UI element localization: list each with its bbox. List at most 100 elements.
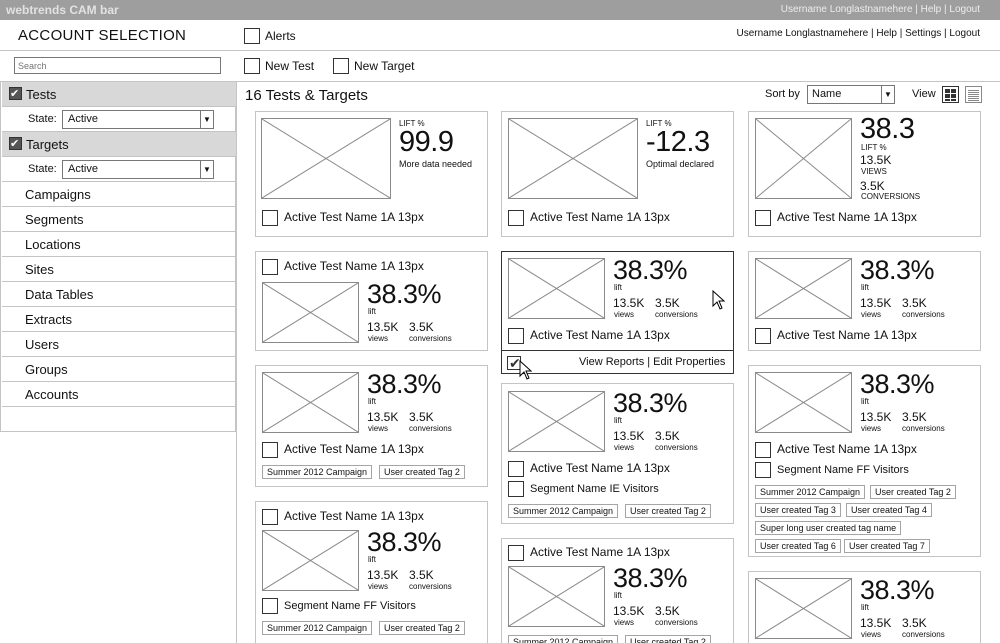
new-target-button[interactable]: New Target: [333, 57, 414, 75]
tests-checkbox[interactable]: [9, 87, 22, 100]
sidebar-item-label: Locations: [25, 237, 81, 252]
cam-bar-links[interactable]: Username Longlastnamehere | Help | Logou…: [781, 4, 980, 15]
test-card[interactable]: 38.3% lift 13.5K views 3.5K conversions …: [501, 383, 734, 524]
sidebar-targets-filter[interactable]: Targets: [2, 132, 236, 157]
test-card[interactable]: 38.3% lift 13.5K views 3.5K conversions …: [255, 365, 488, 487]
test-name-row[interactable]: Active Test Name 1A 13px: [508, 461, 670, 477]
card-actions[interactable]: View Reports | Edit Properties: [579, 356, 725, 368]
sidebar-tests-filter[interactable]: Tests: [2, 82, 236, 107]
test-name-row[interactable]: Active Test Name 1A 13px: [262, 210, 424, 226]
test-name-row[interactable]: Active Test Name 1A 13px: [755, 328, 917, 344]
test-card[interactable]: Active Test Name 1A 13px 38.3% lift 13.5…: [255, 501, 488, 643]
test-card-selected[interactable]: 38.3% lift 13.5K views 3.5K conversions …: [501, 251, 734, 380]
test-card[interactable]: Active Test Name 1A 13px 38.3% lift 13.5…: [501, 538, 734, 643]
tag-chip[interactable]: User created Tag 2: [870, 485, 956, 499]
sidebar-item-locations[interactable]: Locations: [2, 232, 236, 257]
test-name-row[interactable]: Active Test Name 1A 13px: [262, 509, 424, 525]
tag-chip[interactable]: Summer 2012 Campaign: [755, 485, 866, 499]
test-name-row[interactable]: Active Test Name 1A 13px: [508, 545, 670, 561]
sidebar-item-data-tables[interactable]: Data Tables: [2, 282, 236, 307]
tag-chip[interactable]: Summer 2012 Campaign: [262, 465, 373, 479]
alerts-toggle[interactable]: Alerts: [244, 27, 296, 45]
test-checkbox[interactable]: [508, 461, 524, 477]
test-card[interactable]: 38.3% lift 13.5K views 3.5K conversions …: [748, 251, 981, 351]
sidebar-item-accounts[interactable]: Accounts: [2, 382, 236, 407]
sidebar-item-label: Sites: [25, 262, 54, 277]
grid-view-icon[interactable]: [942, 86, 959, 103]
test-card[interactable]: LIFT % -12.3 Optimal declared Active Tes…: [501, 111, 734, 237]
tag-chip[interactable]: Super long user created tag name: [755, 521, 902, 535]
test-card[interactable]: LIFT % 99.9 More data needed Active Test…: [255, 111, 488, 237]
test-card[interactable]: 38.3% lift 13.5K views 3.5K conversions: [748, 571, 981, 643]
segment-row[interactable]: Segment Name IE Visitors: [508, 481, 659, 497]
segment-checkbox[interactable]: [262, 598, 278, 614]
test-name-row[interactable]: Active Test Name 1A 13px: [262, 442, 424, 458]
test-checkbox[interactable]: [755, 328, 771, 344]
test-card[interactable]: Active Test Name 1A 13px 38.3% lift 13.5…: [255, 251, 488, 351]
chevron-down-icon: ▼: [200, 111, 213, 128]
lift-label: lift: [614, 283, 622, 292]
list-view-icon[interactable]: [965, 86, 982, 103]
sort-select[interactable]: Name ▼: [807, 85, 895, 104]
tag-chip[interactable]: User created Tag 2: [379, 621, 465, 635]
test-name: Active Test Name 1A 13px: [284, 442, 424, 457]
views-value: 13.5K: [613, 296, 645, 310]
search-input[interactable]: [14, 57, 221, 74]
test-checkbox[interactable]: [262, 210, 278, 226]
tag-chip[interactable]: User created Tag 2: [625, 504, 711, 518]
account-selection[interactable]: ACCOUNT SELECTION: [18, 27, 186, 44]
sidebar-item-extracts[interactable]: Extracts: [2, 307, 236, 332]
test-checkbox[interactable]: [755, 210, 771, 226]
tag-chip[interactable]: Summer 2012 Campaign: [262, 621, 373, 635]
sidebar-item-label: Users: [25, 337, 59, 352]
targets-state-select[interactable]: Active ▼: [62, 160, 214, 179]
sidebar-item-groups[interactable]: Groups: [2, 357, 236, 382]
test-name-row[interactable]: Active Test Name 1A 13px: [755, 442, 917, 458]
sidebar-item-campaigns[interactable]: Campaigns: [2, 182, 236, 207]
conversions-value: 3.5K: [409, 320, 434, 334]
thumbnail-placeholder: [262, 282, 359, 343]
tag-chip[interactable]: User created Tag 2: [625, 635, 711, 643]
conversions-value: 3.5K: [409, 410, 434, 424]
test-checkbox[interactable]: [508, 545, 524, 561]
test-checkbox[interactable]: [755, 442, 771, 458]
test-checkbox[interactable]: [262, 509, 278, 525]
test-name-row[interactable]: Active Test Name 1A 13px: [262, 259, 424, 275]
conversions-label: conversions: [409, 424, 452, 433]
test-name-row[interactable]: Active Test Name 1A 13px: [508, 210, 670, 226]
test-checkbox[interactable]: [508, 328, 524, 344]
views-value: 13.5K: [860, 410, 892, 424]
tag-chip[interactable]: User created Tag 4: [846, 503, 932, 517]
tag-chip[interactable]: User created Tag 6: [755, 539, 841, 553]
test-checkbox[interactable]: [262, 259, 278, 275]
segment-row[interactable]: Segment Name FF Visitors: [755, 462, 909, 478]
tag-chip[interactable]: Summer 2012 Campaign: [508, 635, 619, 643]
sidebar-item-users[interactable]: Users: [2, 332, 236, 357]
user-links[interactable]: Username Longlastnamehere | Help | Setti…: [737, 28, 981, 39]
tag-chip[interactable]: User created Tag 2: [379, 465, 465, 479]
test-name-row[interactable]: Active Test Name 1A 13px: [755, 210, 917, 226]
tests-state-select[interactable]: Active ▼: [62, 110, 214, 129]
alerts-checkbox[interactable]: [244, 27, 260, 44]
segment-row[interactable]: Segment Name FF Visitors: [262, 598, 416, 614]
conversions-value: 3.5K: [655, 429, 680, 443]
conversions-label: conversions: [902, 310, 945, 319]
lift-label: lift: [861, 603, 869, 612]
new-test-button[interactable]: New Test: [244, 57, 314, 75]
sidebar-item-sites[interactable]: Sites: [2, 257, 236, 282]
tag-chip[interactable]: Summer 2012 Campaign: [508, 504, 619, 518]
test-name-row[interactable]: Active Test Name 1A 13px: [508, 328, 670, 344]
test-card[interactable]: 38.3 LIFT % 13.5K VIEWS 3.5K CONVERSIONS…: [748, 111, 981, 237]
targets-checkbox[interactable]: [9, 137, 22, 150]
test-name: Active Test Name 1A 13px: [530, 210, 670, 225]
views-label: views: [861, 424, 882, 433]
test-checkbox[interactable]: [262, 442, 278, 458]
lift-value: 38.3%: [613, 563, 688, 593]
segment-checkbox[interactable]: [508, 481, 524, 497]
test-card[interactable]: 38.3% lift 13.5K views 3.5K conversions …: [748, 365, 981, 557]
test-checkbox[interactable]: [508, 210, 524, 226]
sidebar-item-segments[interactable]: Segments: [2, 207, 236, 232]
tag-chip[interactable]: User created Tag 7: [844, 539, 930, 553]
tag-chip[interactable]: User created Tag 3: [755, 503, 841, 517]
segment-checkbox[interactable]: [755, 462, 771, 478]
